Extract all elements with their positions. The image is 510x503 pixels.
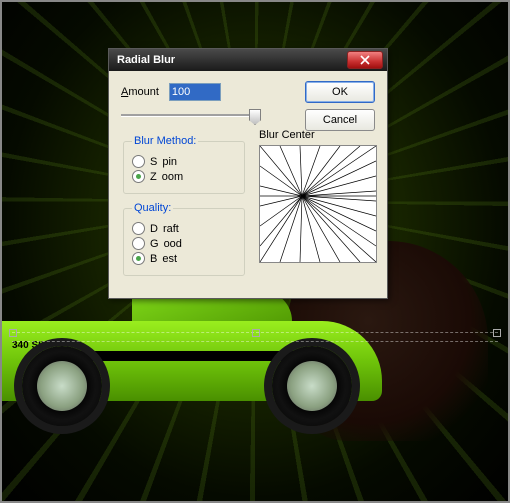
amount-slider[interactable] <box>121 105 261 125</box>
slider-thumb[interactable] <box>249 109 261 125</box>
radio-icon <box>132 170 145 183</box>
radio-best[interactable]: Best <box>132 252 236 265</box>
close-button[interactable] <box>347 51 383 69</box>
transform-bounding-box[interactable] <box>12 332 498 342</box>
radio-spin[interactable]: Spin <box>132 155 236 168</box>
radio-icon <box>132 222 145 235</box>
transform-handle[interactable] <box>9 329 17 337</box>
quality-group: Quality: Draft Good Best <box>123 202 245 276</box>
blur-method-legend: Blur Method: <box>132 135 198 147</box>
blur-center-area: Blur Center <box>259 129 375 263</box>
radio-icon <box>132 252 145 265</box>
ok-button[interactable]: OK <box>305 81 375 103</box>
blur-center-preview[interactable] <box>259 145 377 263</box>
quality-legend: Quality: <box>132 202 173 214</box>
cancel-button[interactable]: Cancel <box>305 109 375 131</box>
wheel-rear <box>22 346 102 426</box>
wheel-front <box>272 346 352 426</box>
close-icon <box>360 55 370 65</box>
amount-label: Amount <box>121 86 159 98</box>
radio-icon <box>132 155 145 168</box>
transform-handle[interactable] <box>252 329 260 337</box>
dialog-body: OK Cancel Amount 100 Blur Method: Spin <box>109 71 387 298</box>
dialog-titlebar[interactable]: Radial Blur <box>109 49 387 71</box>
photoshop-canvas: 340 SIX Radial Blur OK Cancel Amou <box>0 0 510 503</box>
zoom-lines-icon <box>260 146 376 262</box>
radio-icon <box>132 237 145 250</box>
radial-blur-dialog: Radial Blur OK Cancel Amount 100 <box>108 48 388 299</box>
dialog-title: Radial Blur <box>113 54 347 66</box>
blur-method-group: Blur Method: Spin Zoom <box>123 135 245 194</box>
slider-track <box>121 114 261 117</box>
transform-handle[interactable] <box>493 329 501 337</box>
amount-input[interactable]: 100 <box>169 83 221 101</box>
radio-good[interactable]: Good <box>132 237 236 250</box>
radio-draft[interactable]: Draft <box>132 222 236 235</box>
radio-zoom[interactable]: Zoom <box>132 170 236 183</box>
blur-center-label: Blur Center <box>259 129 375 141</box>
